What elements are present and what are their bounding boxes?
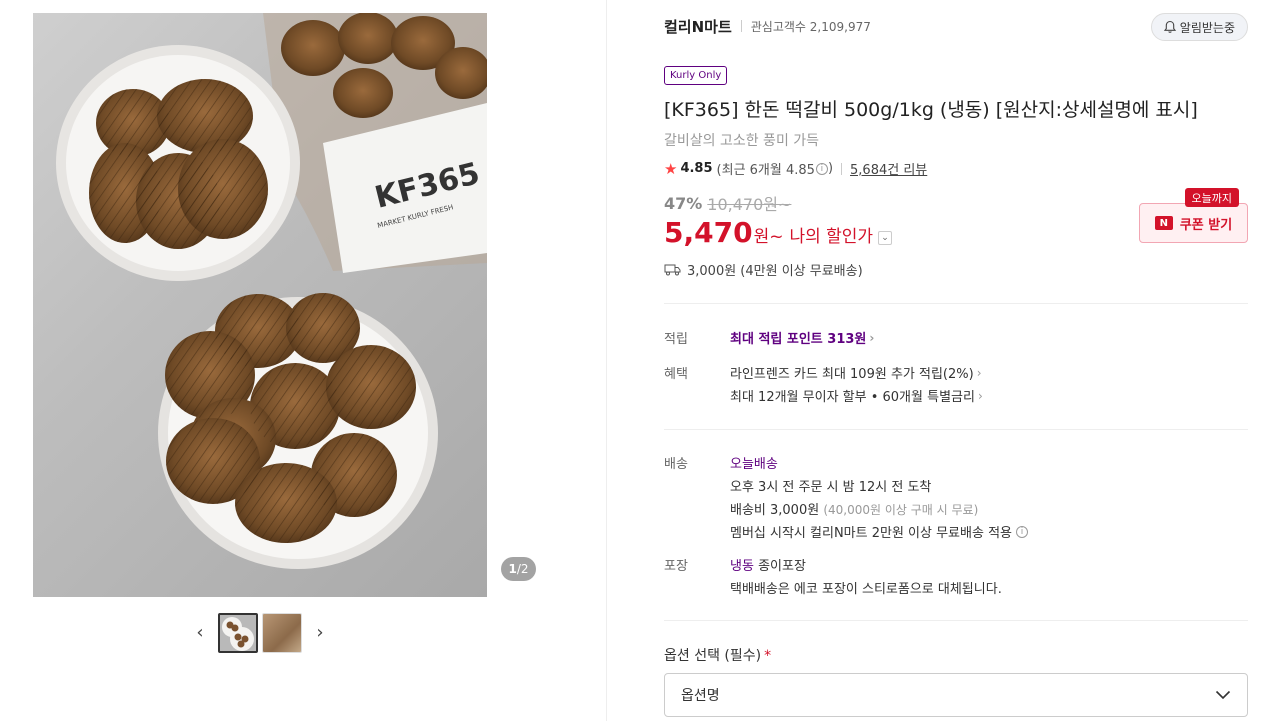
delivery-type: 오늘배송 <box>730 457 778 472</box>
discount-rate: 47% <box>664 193 703 213</box>
divider <box>664 429 1248 430</box>
bottom-plate <box>158 293 438 569</box>
chevron-down-icon <box>1215 690 1231 700</box>
divider <box>841 162 843 175</box>
thumbnail-prev-button[interactable]: ‹ <box>190 621 210 643</box>
packaging-type: 냉동 <box>730 559 754 574</box>
divider <box>740 20 742 32</box>
option-label-text: 옵션 선택 (필수) <box>664 648 762 664</box>
benefit-link-1[interactable]: 라인프렌즈 카드 최대 109원 추가 적립(2%) › <box>730 363 982 383</box>
packaging-label: 포장 <box>664 559 688 574</box>
benefit-label: 혜택 <box>664 367 688 382</box>
image-counter: 1 /2 <box>501 557 536 581</box>
benefit-1: 라인프렌즈 카드 최대 109원 추가 적립(2%) <box>730 367 974 382</box>
delivery-fee: 배송비 3,000원 (40,000원 이상 구매 시 무료) <box>730 499 978 518</box>
thumbnail-1[interactable] <box>218 613 258 653</box>
brand-fans-count: 관심고객수 2,109,977 <box>750 19 871 34</box>
option-label: 옵션 선택 (필수) * <box>664 645 771 665</box>
sale-price-unit: 원~ <box>753 227 784 247</box>
top-plate <box>56 45 300 281</box>
shipping-fee-text: 3,000원 (4만원 이상 무료배송) <box>687 264 863 279</box>
shipping-fee-row: 3,000원 (4만원 이상 무료배송) <box>664 260 863 279</box>
image-counter-total: /2 <box>516 562 529 576</box>
packaging-note: 택배배송은 에코 포장이 스티로폼으로 대체됩니다. <box>730 582 1002 597</box>
bell-icon <box>1163 20 1176 33</box>
delivery-fee-note: (40,000원 이상 구매 시 무료) <box>823 503 979 517</box>
sale-price: 5,470 <box>664 216 753 249</box>
delivery-time: 오후 3시 전 주문 시 밤 12시 전 도착 <box>730 480 932 495</box>
image-counter-current: 1 <box>508 562 517 576</box>
naver-icon: N <box>1154 216 1173 230</box>
product-title: [KF365] 한돈 떡갈비 500g/1kg (냉동) [원산지:상세설명에 … <box>664 99 1198 121</box>
thumbnail-2[interactable] <box>262 613 302 653</box>
alarm-label: 알림받는중 <box>1179 20 1235 35</box>
product-info: 컬리N마트 관심고객수 2,109,977 알림받는중 Kurly Only [… <box>664 0 1248 721</box>
points-value: 최대 적립 포인트 313원 <box>730 332 867 347</box>
rating-score: 4.85 <box>680 161 713 176</box>
delivery-membership: 멤버십 시작시 컬리N마트 2만원 이상 무료배송 적용 i <box>730 522 1028 541</box>
points-link[interactable]: 최대 적립 포인트 313원 › <box>730 328 875 348</box>
product-photo-illustration: KF365 MARKET KURLY FRESH <box>56 13 487 569</box>
brand-row: 컬리N마트 관심고객수 2,109,977 <box>664 14 871 38</box>
alarm-button[interactable]: 알림받는중 <box>1150 13 1248 41</box>
required-mark: * <box>764 648 772 664</box>
info-icon[interactable]: i <box>815 162 828 175</box>
coupon-label: 쿠폰 받기 <box>1179 217 1233 233</box>
coupon-button[interactable]: N 쿠폰 받기 <box>1139 203 1248 243</box>
chevron-right-icon: › <box>316 621 324 643</box>
kurly-only-badge: Kurly Only <box>664 66 728 85</box>
thumbnail-1-image <box>222 617 254 651</box>
chevron-right-icon: › <box>977 388 983 403</box>
info-icon[interactable]: i <box>1016 525 1028 538</box>
star-icon: ★ <box>664 159 678 178</box>
chevron-right-icon: › <box>976 365 982 380</box>
chevron-right-icon: › <box>869 330 875 345</box>
rating-recent: (최근 6개월 4.85 <box>716 163 815 178</box>
truck-icon <box>664 264 681 276</box>
rating-row: ★ 4.85 (최근 6개월 4.85 i ) 5,684건 리뷰 <box>664 159 927 179</box>
product-gallery: KF365 MARKET KURLY FRESH 1 /2 ‹ › <box>0 0 607 721</box>
delivery-membership-text: 멤버십 시작시 컬리N마트 2만원 이상 무료배송 적용 <box>730 526 1012 541</box>
sale-price-row: 5,470 원~ 나의 할인가 ⌄ <box>664 216 893 249</box>
coupon-deadline-tag: 오늘까지 <box>1184 188 1239 207</box>
option-select-value: 옵션명 <box>681 688 720 704</box>
member-price-label[interactable]: 나의 할인가 <box>789 222 873 247</box>
original-price-row: 47% 10,470원~ <box>664 191 791 215</box>
benefit-link-2[interactable]: 최대 12개월 무이자 할부 • 60개월 특별금리 › <box>730 386 983 406</box>
benefit-2: 최대 12개월 무이자 할부 • 60개월 특별금리 <box>730 390 975 405</box>
product-main-image[interactable]: KF365 MARKET KURLY FRESH <box>33 13 487 597</box>
rating-recent-close: ) <box>827 161 834 176</box>
divider <box>664 303 1248 304</box>
thumbnail-next-button[interactable]: › <box>310 621 330 643</box>
delivery-fee-main: 배송비 3,000원 <box>730 503 820 518</box>
brand-name[interactable]: 컬리N마트 <box>664 16 732 37</box>
divider <box>664 620 1248 621</box>
review-count-link[interactable]: 5,684건 리뷰 <box>850 159 927 178</box>
points-label: 적립 <box>664 332 688 347</box>
chevron-down-icon[interactable]: ⌄ <box>878 231 893 245</box>
chevron-left-icon: ‹ <box>196 621 204 643</box>
packaging-value: 종이포장 <box>758 559 806 574</box>
original-price: 10,470원~ <box>707 195 792 214</box>
packaging-value-row: 냉동 종이포장 <box>730 555 806 574</box>
product-subtitle: 갈비살의 고소한 풍미 가득 <box>664 133 820 149</box>
delivery-label: 배송 <box>664 457 688 472</box>
option-select[interactable]: 옵션명 <box>664 673 1248 717</box>
